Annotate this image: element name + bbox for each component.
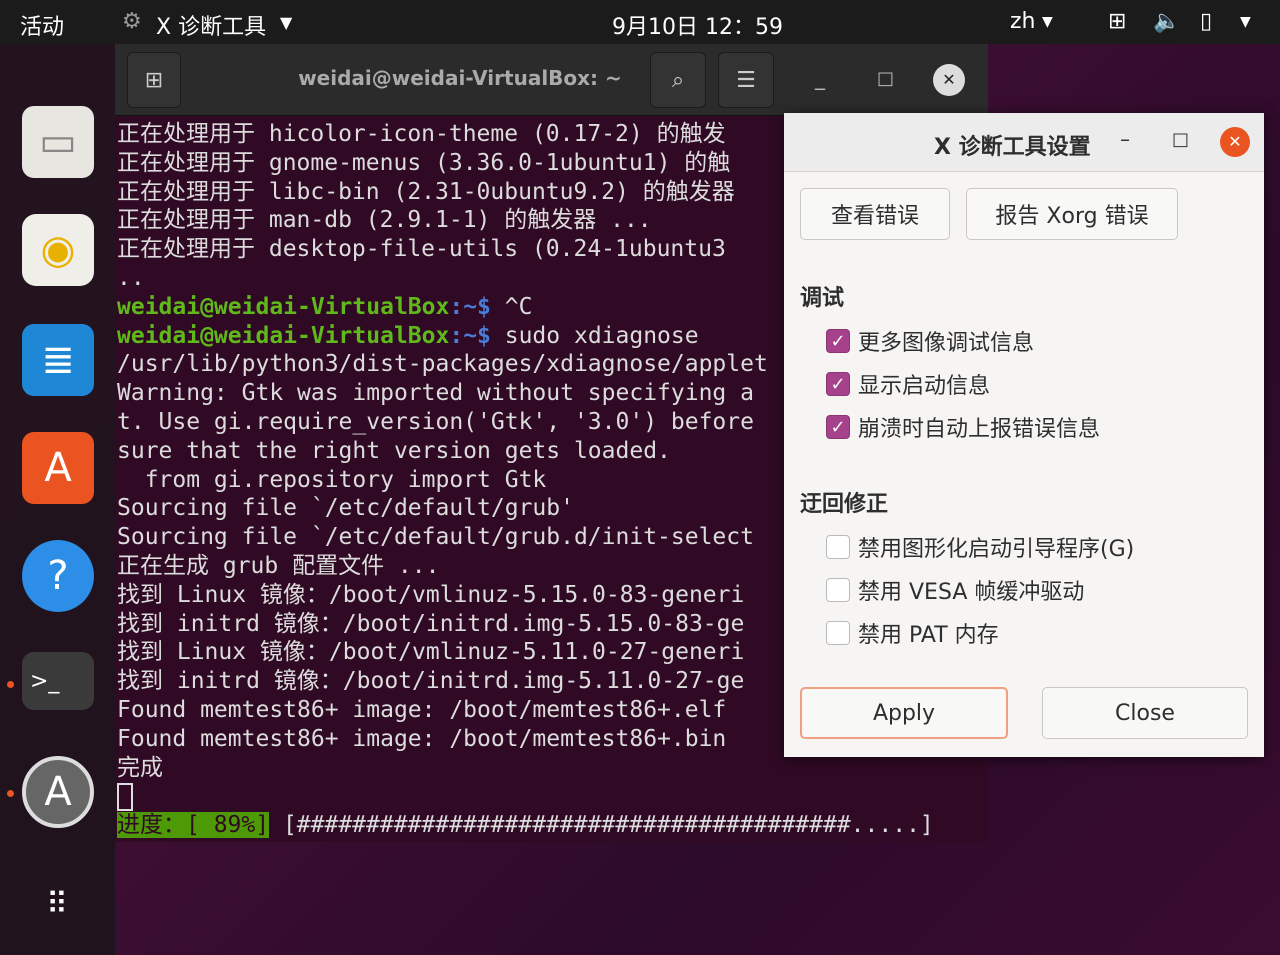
files-icon[interactable]: ▭ <box>22 106 94 178</box>
checkbox-checked-icon[interactable]: ✓ <box>826 329 850 353</box>
dialog-title: X 诊断工具设置 <box>934 135 1091 160</box>
checkbox-checked-icon[interactable]: ✓ <box>826 372 850 396</box>
new-tab-icon[interactable]: ⊞ <box>127 52 181 108</box>
checkbox-debug[interactable]: ✓ 更多图像调试信息 <box>826 325 1034 357</box>
checkbox-label: 更多图像调试信息 <box>858 331 1035 356</box>
progress-bar: [#######################################… <box>269 812 934 839</box>
command: sudo xdiagnose <box>490 322 699 349</box>
checkbox-unchecked-icon[interactable] <box>826 535 850 559</box>
debug-heading: 调试 <box>800 286 845 311</box>
top-bar: 活动 ⚙ X 诊断工具 ▼ 9月10日 12：59 zh ▼ ⊞ 🔈 ▯ ▼ <box>0 0 1280 44</box>
software-icon[interactable]: A <box>22 432 94 504</box>
close-icon[interactable]: ✕ <box>1220 127 1250 157</box>
checkbox-label: 崩溃时自动上报错误信息 <box>858 417 1101 442</box>
prompt-path: :~$ <box>449 293 491 320</box>
checkbox-fix[interactable]: 禁用 VESA 帧缓冲驱动 <box>826 574 1084 606</box>
command: ^C <box>490 293 533 320</box>
progress-line: 进度：[ 89%] [#############################… <box>117 811 934 840</box>
checkbox-debug[interactable]: ✓ 崩溃时自动上报错误信息 <box>826 411 1100 443</box>
network-icon[interactable]: ⊞ <box>1108 9 1126 34</box>
minimize-icon[interactable]: _ <box>815 66 825 90</box>
checkbox-debug[interactable]: ✓ 显示启动信息 <box>826 368 990 400</box>
close-button[interactable]: Close <box>1042 687 1248 739</box>
maximize-icon[interactable]: □ <box>877 68 894 89</box>
activities-button[interactable]: 活动 <box>20 9 64 41</box>
running-indicator <box>7 681 14 688</box>
dock: ▭ ◉ ≣ A ? >_ A ⠿ <box>0 44 115 955</box>
checkbox-label: 显示启动信息 <box>858 374 991 399</box>
checkbox-checked-icon[interactable]: ✓ <box>826 415 850 439</box>
progress-label: 进度：[ 89%] <box>117 812 270 839</box>
checkbox-label: 禁用 VESA 帧缓冲驱动 <box>858 580 1085 605</box>
checkbox-unchecked-icon[interactable] <box>826 621 850 645</box>
battery-icon[interactable]: ▯ <box>1200 9 1212 34</box>
cursor <box>117 782 133 811</box>
running-indicator <box>7 790 14 797</box>
checkbox-unchecked-icon[interactable] <box>826 578 850 602</box>
terminal-icon[interactable]: >_ <box>22 652 94 710</box>
terminal-title: weidai@weidai-VirtualBox: ~ <box>298 66 622 90</box>
prompt-path: :~$ <box>449 322 491 349</box>
xdiagnose-dialog: X 诊断工具设置 – □ ✕ 查看错误 报告 Xorg 错误 调试 ✓ 更多图像调… <box>784 113 1264 757</box>
chevron-down-icon: ▼ <box>1042 14 1053 30</box>
minimize-icon[interactable]: – <box>1120 127 1130 151</box>
apply-button[interactable]: Apply <box>800 687 1008 739</box>
checkbox-fix[interactable]: 禁用图形化启动引导程序(G) <box>826 531 1134 563</box>
checkbox-label: 禁用图形化启动引导程序(G) <box>858 537 1135 562</box>
help-icon[interactable]: ? <box>22 540 94 612</box>
checkbox-label: 禁用 PAT 内存 <box>858 623 999 648</box>
prompt-user: weidai@weidai-VirtualBox <box>117 293 450 320</box>
terminal-line: 完成 <box>117 754 163 781</box>
report-xorg-button[interactable]: 报告 Xorg 错误 <box>966 188 1178 240</box>
app-menu[interactable]: X 诊断工具 <box>156 9 266 41</box>
view-errors-button[interactable]: 查看错误 <box>800 188 950 240</box>
rhythmbox-icon[interactable]: ◉ <box>22 214 94 286</box>
prompt-user: weidai@weidai-VirtualBox <box>117 322 450 349</box>
chevron-down-icon[interactable]: ▼ <box>1240 14 1251 30</box>
show-apps-icon[interactable]: ⠿ <box>22 868 94 940</box>
app-icon: ⚙ <box>122 9 142 34</box>
close-icon[interactable]: ✕ <box>933 64 965 96</box>
menu-icon[interactable]: ☰ <box>718 52 774 108</box>
search-icon[interactable]: ⌕ <box>650 52 706 108</box>
checkbox-fix[interactable]: 禁用 PAT 内存 <box>826 617 999 649</box>
clock[interactable]: 9月10日 12：59 <box>612 9 783 41</box>
updater-icon[interactable]: A <box>22 756 94 828</box>
writer-icon[interactable]: ≣ <box>22 324 94 396</box>
language-indicator[interactable]: zh <box>1010 9 1036 34</box>
chevron-down-icon: ▼ <box>280 13 293 32</box>
workaround-heading: 迂回修正 <box>800 492 889 517</box>
dialog-header: X 诊断工具设置 – □ ✕ <box>784 113 1264 172</box>
maximize-icon[interactable]: □ <box>1172 129 1189 150</box>
volume-icon[interactable]: 🔈 <box>1153 9 1180 34</box>
terminal-header: ⊞ weidai@weidai-VirtualBox: ~ ⌕ ☰ _ □ ✕ <box>115 44 988 116</box>
